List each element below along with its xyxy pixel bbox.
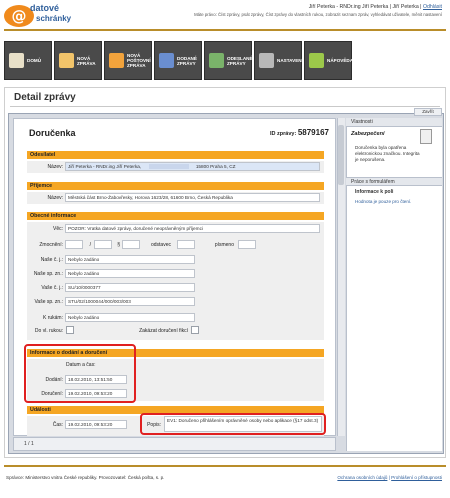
- main-nav: DOMŮ NOVÁ ZPRÁVA NOVÁ POŠTOVNÍ ZPRÁVA DO…: [4, 41, 446, 80]
- nav-received-messages[interactable]: DODANÉ ZPRÁVY: [154, 41, 202, 80]
- redacted-address: [148, 164, 189, 170]
- section-recipient: Příjemce: [27, 182, 324, 190]
- page-title: Detail zprávy: [14, 92, 76, 103]
- vase-sz-field[interactable]: STU/02/1000044/000/003/003: [65, 297, 195, 306]
- k-rukam-label: K rukám:: [42, 315, 63, 321]
- title-rule: [10, 106, 440, 107]
- section-sender: Odesílatel: [27, 151, 324, 159]
- footer-operator: Správce: Ministerstvo vnitra České repub…: [6, 475, 165, 480]
- permissions-hint: Máte právo: Číst zprávy, psát zprávy, Čí…: [194, 12, 442, 17]
- nase-sz-label: Naše sp. zn.:: [33, 271, 63, 277]
- nase-cj-label: Naše č. j.:: [40, 257, 63, 263]
- logout-link[interactable]: Odhlásit: [423, 4, 442, 10]
- sender-label: Název:: [47, 164, 63, 170]
- cas-field[interactable]: 19.02.2010, 09:53:20: [65, 420, 127, 429]
- security-title: Zabezpečení: [351, 131, 385, 137]
- help-icon: [309, 53, 324, 68]
- field-info-text: Hodnota je pouze pro čtení.: [355, 199, 412, 204]
- paragraph-label: §: [117, 242, 120, 248]
- scrollbar-thumb[interactable]: [338, 125, 344, 185]
- nav-sent-messages[interactable]: ODESLANÉ ZPRÁVY: [204, 41, 253, 80]
- zmocneni-label: Zmocnění:: [39, 242, 63, 248]
- nav-new-postal-message[interactable]: NOVÁ POŠTOVNÍ ZPRÁVA: [104, 41, 152, 80]
- footer-links: Ochrana osobních údajů | Prohlášení o př…: [337, 475, 442, 480]
- message-id: ID zprávy: 5879167: [270, 128, 329, 137]
- field-info-title: Informace k poli: [355, 189, 394, 195]
- section-general: Obecné informace: [27, 212, 324, 220]
- k-rukam-field[interactable]: Nebylo zadáno: [65, 313, 195, 322]
- recipient-field[interactable]: Městská část Brno-Žabovřesky, Horova 162…: [65, 193, 320, 202]
- nase-cj-field[interactable]: Nebylo zadáno: [65, 255, 195, 264]
- vase-cj-label: Vaše č. j.:: [41, 285, 63, 291]
- pismeno-field[interactable]: [238, 240, 256, 249]
- vase-cj-field[interactable]: SU/10/0000377: [65, 283, 195, 292]
- pismeno-label: písmeno: [214, 242, 234, 248]
- odstavec-label: odstavec: [150, 242, 171, 248]
- highlight-event: [140, 413, 326, 435]
- logo-text-2: schránky: [36, 14, 72, 23]
- odstavec-field[interactable]: [177, 240, 195, 249]
- vase-sz-label: Vaše sp. zn.:: [34, 299, 63, 305]
- security-text: Doručenka byla opatřena elektronickou zn…: [355, 145, 420, 162]
- page-indicator: 1 / 1: [13, 437, 336, 451]
- nav-settings[interactable]: NASTAVENÍ: [254, 41, 303, 80]
- user-name: Jiří Peterka - RNDr.ing Jiří Peterka: [308, 4, 389, 10]
- sender-field[interactable]: Jiří Peterka - RNDr.ing Jiří Peterka, 15…: [65, 162, 320, 171]
- nase-sz-field[interactable]: Nebylo zadáno: [65, 269, 195, 278]
- logo-text: datové: [30, 3, 60, 13]
- accessibility-link[interactable]: Prohlášení o přístupnosti: [391, 475, 442, 480]
- close-pane-button[interactable]: Zavřít: [414, 108, 442, 116]
- privacy-link[interactable]: Ochrana osobních údajů: [337, 475, 387, 480]
- user-name-2: Jiří Peterka: [392, 4, 419, 10]
- new-message-icon: [59, 53, 74, 68]
- zmocneni-field-1[interactable]: [65, 240, 83, 249]
- zakazat-fikci-checkbox[interactable]: [191, 326, 199, 334]
- footer-rule: [4, 465, 446, 467]
- form-header[interactable]: Práce s formulářem: [346, 177, 442, 186]
- home-icon: [9, 53, 24, 68]
- vec-field[interactable]: POZOR: Vratka datové zprávy, doručené ne…: [65, 224, 320, 233]
- recipient-label: Název:: [47, 195, 63, 201]
- paragraph-field[interactable]: [122, 240, 140, 249]
- highlight-delivery: [24, 344, 136, 403]
- nav-home[interactable]: DOMŮ: [4, 41, 52, 80]
- nav-help[interactable]: NÁPOVĚDA: [304, 41, 353, 80]
- new-postal-message-icon: [109, 53, 124, 68]
- certificate-icon: [420, 129, 432, 144]
- do-vl-rukou-checkbox[interactable]: [66, 326, 74, 334]
- received-messages-icon: [159, 53, 174, 68]
- sent-messages-icon: [209, 53, 224, 68]
- properties-pane: [346, 118, 442, 451]
- cas-label: Čas:: [52, 422, 63, 428]
- do-vl-rukou-label: Do vl. rukou:: [34, 328, 63, 334]
- zmocneni-field-2[interactable]: [94, 240, 112, 249]
- nav-new-message[interactable]: NOVÁ ZPRÁVA: [54, 41, 102, 80]
- vec-label: Věc:: [52, 226, 63, 232]
- properties-header[interactable]: Vlastnosti: [346, 118, 442, 127]
- doc-title: Doručenka: [29, 128, 76, 138]
- header-rule: [4, 29, 446, 31]
- gears-icon: [259, 53, 274, 68]
- zakazat-fikci-label: Zakázat doručení fikcí: [139, 328, 188, 334]
- slash-label: /: [89, 242, 91, 248]
- user-info: Jiří Peterka - RNDr.ing Jiří Peterka | J…: [308, 4, 442, 10]
